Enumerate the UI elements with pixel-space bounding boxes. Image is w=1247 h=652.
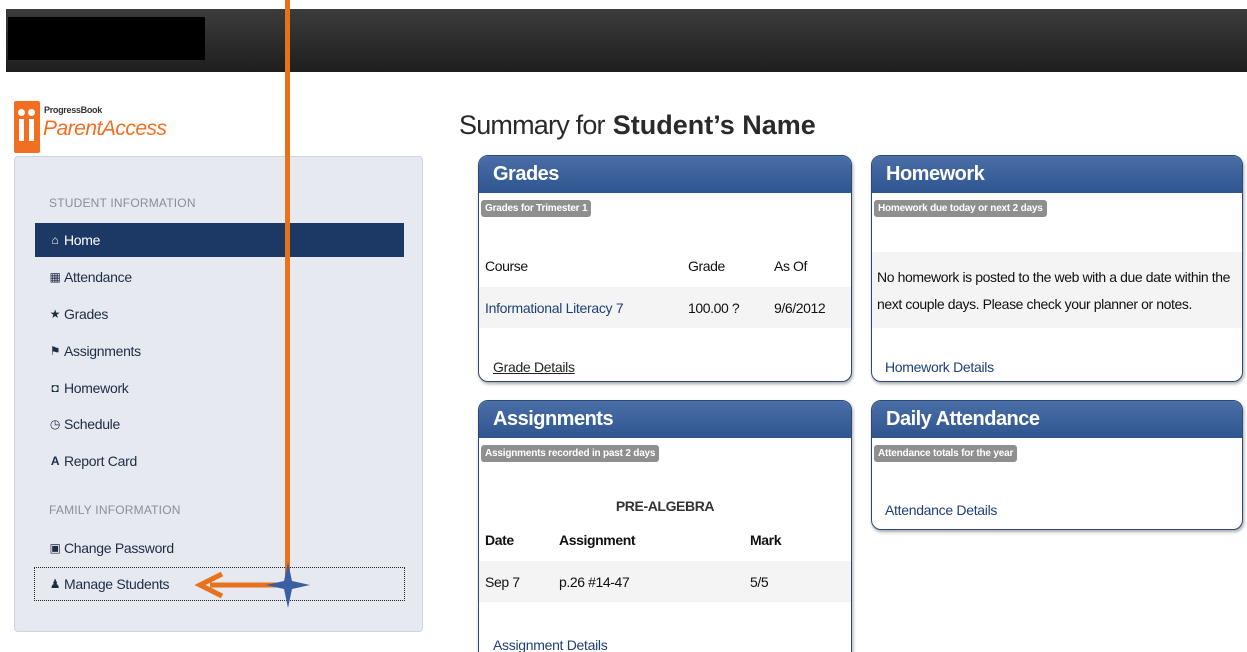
logo-big-text: ParentAccess bbox=[43, 117, 167, 140]
family-information-header: FAMILY INFORMATION bbox=[49, 503, 181, 517]
home-icon: ⌂ bbox=[51, 233, 59, 247]
sidebar-item-manage-students[interactable]: ♟ Manage Students bbox=[34, 567, 405, 601]
grade-value: 100.00 ? bbox=[688, 300, 740, 316]
assignments-panel: Assignments Assignments recorded in past… bbox=[478, 400, 852, 652]
sidebar-item-report-card[interactable]: A Report Card bbox=[35, 444, 404, 478]
course-column-header: Course bbox=[485, 258, 528, 274]
homework-panel-title: Homework bbox=[872, 156, 1242, 193]
calendar-icon: ▦ bbox=[49, 270, 61, 284]
flag-icon: ⚑ bbox=[49, 344, 61, 358]
sidebar-item-label: Attendance bbox=[64, 269, 132, 285]
grade-details-link[interactable]: Grade Details bbox=[493, 359, 575, 375]
homework-panel: Homework Homework due today or next 2 da… bbox=[871, 155, 1243, 382]
homework-subtitle-badge: Homework due today or next 2 days bbox=[874, 200, 1047, 217]
date-column-header: Date bbox=[485, 532, 514, 548]
family-logo-icon bbox=[14, 101, 40, 153]
sidebar-item-label: Report Card bbox=[64, 453, 137, 469]
daily-attendance-panel: Daily Attendance Attendance totals for t… bbox=[871, 400, 1243, 530]
grades-panel: Grades Grades for Trimester 1 Course Gra… bbox=[478, 155, 852, 382]
sidebar-item-label: Schedule bbox=[64, 416, 120, 432]
sidebar-item-schedule[interactable]: ◷ Schedule bbox=[35, 407, 404, 441]
user-icon: ♟ bbox=[49, 577, 61, 591]
course-link[interactable]: Informational Literacy 7 bbox=[485, 300, 624, 316]
sidebar-item-grades[interactable]: ★ Grades bbox=[35, 297, 404, 331]
sidebar-item-change-password[interactable]: ▣ Change Password bbox=[35, 531, 404, 565]
assignments-subtitle-badge: Assignments recorded in past 2 days bbox=[481, 445, 660, 462]
assignment-name: p.26 #14-47 bbox=[559, 574, 630, 590]
table-row: Sep 7 p.26 #14-47 5/5 bbox=[479, 561, 851, 602]
student-name: Student’s Name bbox=[612, 110, 816, 140]
sidebar-item-label: Manage Students bbox=[64, 576, 170, 592]
attendance-subtitle-badge: Attendance totals for the year bbox=[874, 445, 1018, 462]
sidebar-item-homework[interactable]: ◘ Homework bbox=[35, 371, 404, 405]
page-title: Summary for Student’s Name bbox=[459, 110, 816, 141]
student-information-header: STUDENT INFORMATION bbox=[49, 196, 196, 210]
attendance-panel-title: Daily Attendance bbox=[872, 401, 1242, 438]
parentaccess-logo[interactable]: ProgressBook ParentAccess bbox=[14, 101, 194, 153]
page-title-prefix: Summary for bbox=[459, 110, 606, 140]
sidebar: STUDENT INFORMATION ⌂ Home ▦ Attendance … bbox=[14, 156, 423, 632]
assignment-mark: 5/5 bbox=[750, 574, 769, 590]
star-icon: ★ bbox=[49, 307, 61, 321]
sidebar-item-label: Grades bbox=[64, 306, 109, 322]
assignment-details-link[interactable]: Assignment Details bbox=[493, 637, 608, 652]
asof-value: 9/6/2012 bbox=[774, 300, 826, 316]
lock-icon: ▣ bbox=[49, 541, 61, 555]
assignments-panel-title: Assignments bbox=[479, 401, 851, 438]
sidebar-item-attendance[interactable]: ▦ Attendance bbox=[35, 260, 404, 294]
asof-column-header: As Of bbox=[774, 258, 808, 274]
logo-small-text: ProgressBook bbox=[44, 105, 102, 115]
table-row: Informational Literacy 7 100.00 ? 9/6/20… bbox=[479, 287, 851, 328]
sidebar-item-label: Change Password bbox=[64, 540, 174, 556]
sidebar-item-assignments[interactable]: ⚑ Assignments bbox=[35, 334, 404, 368]
sidebar-item-home[interactable]: ⌂ Home bbox=[35, 223, 404, 257]
course-heading: PRE-ALGEBRA bbox=[615, 498, 715, 514]
homework-message-row: No homework is posted to the web with a … bbox=[872, 252, 1242, 328]
sidebar-item-label: Assignments bbox=[64, 343, 141, 359]
mark-column-header: Mark bbox=[750, 532, 782, 548]
grades-panel-title: Grades bbox=[479, 156, 851, 193]
clock-icon: ◷ bbox=[49, 417, 61, 431]
assignment-column-header: Assignment bbox=[559, 532, 636, 548]
homework-details-link[interactable]: Homework Details bbox=[885, 359, 994, 375]
top-bar bbox=[6, 9, 1247, 72]
homework-message-line-2: next couple days. Please check your plan… bbox=[877, 296, 1192, 312]
sidebar-item-label: Homework bbox=[64, 380, 129, 396]
sidebar-item-label: Home bbox=[64, 232, 101, 248]
report-card-icon: A bbox=[50, 454, 60, 468]
attendance-details-link[interactable]: Attendance Details bbox=[885, 502, 997, 518]
homework-message-line-1: No homework is posted to the web with a … bbox=[877, 269, 1231, 285]
book-icon: ◘ bbox=[51, 381, 59, 395]
grade-column-header: Grade bbox=[688, 258, 725, 274]
redacted-header-logo bbox=[8, 17, 205, 60]
grades-subtitle-badge: Grades for Trimester 1 bbox=[481, 200, 592, 217]
assignment-date: Sep 7 bbox=[485, 574, 520, 590]
